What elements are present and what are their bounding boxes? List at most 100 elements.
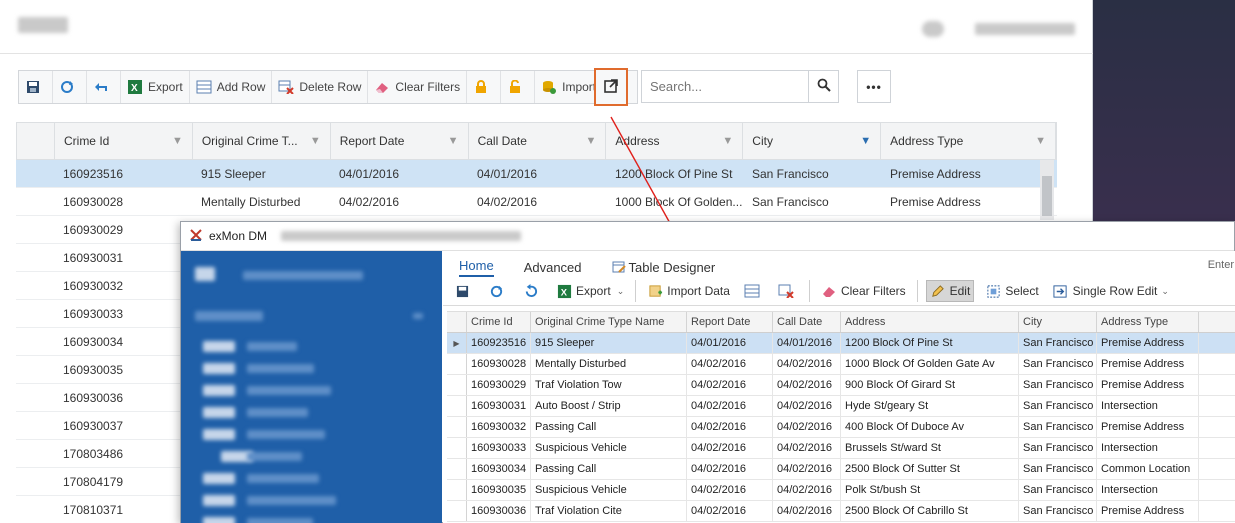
table-cell[interactable]: 160930036 — [467, 501, 531, 521]
table-cell[interactable]: 160930031 — [467, 396, 531, 416]
table-cell[interactable]: 04/02/2016 — [687, 438, 773, 458]
table-cell[interactable]: 160930035 — [54, 363, 192, 377]
table-cell[interactable]: Premise Address — [1097, 501, 1199, 521]
table-cell[interactable]: 170803486 — [54, 447, 192, 461]
tab-advanced[interactable]: Advanced — [524, 260, 582, 277]
table-cell[interactable]: Suspicious Vehicle — [531, 438, 687, 458]
table-row[interactable]: 160923516 915 Sleeper 04/01/2016 04/01/2016… — [16, 160, 1057, 188]
sidebar-tree-label-blurred[interactable] — [247, 496, 336, 505]
table-cell[interactable]: 160930028 — [467, 354, 531, 374]
delete-row-button[interactable]: Delete Row — [272, 71, 369, 103]
table-cell[interactable]: 160930028 — [54, 195, 192, 209]
column-header[interactable]: City ▼ — [743, 123, 882, 159]
table-cell[interactable]: 1000 Block Of Golden Gate Av — [841, 354, 1019, 374]
ribbon-undo-button[interactable] — [519, 280, 545, 302]
table-cell[interactable]: 04/01/2016 — [468, 167, 606, 181]
table-row[interactable]: 160930033 Suspicious Vehicle 04/02/2016 04/… — [447, 438, 1235, 459]
search-button[interactable] — [808, 71, 838, 102]
filter-icon[interactable]: ▼ — [860, 135, 871, 147]
column-header[interactable]: Report Date — [687, 312, 773, 332]
tab-table-designer[interactable]: Table Designer — [612, 260, 715, 277]
column-header[interactable]: Call Date — [773, 312, 841, 332]
lock-button[interactable] — [467, 71, 502, 103]
table-cell[interactable]: 04/02/2016 — [773, 459, 841, 479]
ribbon-single-row-edit-button[interactable]: Single Row Edit ⌄ — [1050, 280, 1172, 302]
table-cell[interactable]: 04/02/2016 — [687, 375, 773, 395]
table-cell[interactable]: San Francisco — [1019, 375, 1097, 395]
favorites-heading-blurred[interactable] — [195, 311, 263, 321]
table-cell[interactable]: 04/02/2016 — [330, 195, 468, 209]
table-cell[interactable]: San Francisco — [1019, 438, 1097, 458]
filter-icon[interactable]: ▼ — [586, 135, 597, 147]
table-cell[interactable]: San Francisco — [1019, 459, 1097, 479]
table-cell[interactable]: 160930034 — [54, 335, 192, 349]
table-cell[interactable]: 1200 Block Of Pine St — [606, 167, 743, 181]
table-cell[interactable]: 160930029 — [467, 375, 531, 395]
row-indicator[interactable] — [447, 501, 467, 521]
ribbon-refresh-button[interactable] — [485, 280, 511, 302]
user-name-blurred[interactable] — [975, 23, 1075, 35]
table-cell[interactable]: 170810371 — [54, 503, 192, 517]
table-cell[interactable]: 04/02/2016 — [687, 480, 773, 500]
sidebar-tree-label-blurred[interactable] — [247, 452, 302, 461]
table-cell[interactable]: Premise Address — [881, 167, 1056, 181]
table-cell[interactable]: 400 Block Of Duboce Av — [841, 417, 1019, 437]
tab-home[interactable]: Home — [459, 258, 494, 277]
table-cell[interactable]: 04/02/2016 — [773, 396, 841, 416]
table-cell[interactable]: Passing Call — [531, 417, 687, 437]
table-cell[interactable]: San Francisco — [1019, 480, 1097, 500]
ribbon-save-button[interactable] — [451, 280, 477, 302]
sidebar-tree-icon-blurred[interactable] — [203, 407, 235, 418]
sidebar-tree-icon-blurred[interactable] — [203, 429, 235, 440]
table-cell[interactable]: 04/02/2016 — [773, 375, 841, 395]
table-cell[interactable]: 04/02/2016 — [687, 354, 773, 374]
table-cell[interactable]: 915 Sleeper — [531, 333, 687, 353]
table-cell[interactable]: Passing Call — [531, 459, 687, 479]
table-cell[interactable]: 160930032 — [54, 279, 192, 293]
sidebar-tree-label-blurred[interactable] — [247, 430, 325, 439]
sidebar-collapse-blurred[interactable] — [413, 313, 423, 319]
table-cell[interactable]: Polk St/bush St — [841, 480, 1019, 500]
sidebar-tree-label-blurred[interactable] — [247, 364, 314, 373]
table-cell[interactable]: 04/02/2016 — [773, 417, 841, 437]
table-cell[interactable]: San Francisco — [1019, 396, 1097, 416]
table-cell[interactable]: Suspicious Vehicle — [531, 480, 687, 500]
column-header[interactable]: Address — [841, 312, 1019, 332]
refresh-button[interactable] — [53, 71, 87, 103]
table-row[interactable]: 160930028 Mentally Disturbed 04/02/2016 04/… — [16, 188, 1057, 216]
table-cell[interactable]: 04/02/2016 — [773, 354, 841, 374]
table-row[interactable]: 160930034 Passing Call 04/02/2016 04/02/201… — [447, 459, 1235, 480]
row-indicator[interactable] — [447, 354, 467, 374]
table-cell[interactable]: Hyde St/geary St — [841, 396, 1019, 416]
table-cell[interactable]: 160930031 — [54, 251, 192, 265]
table-cell[interactable]: 1200 Block Of Pine St — [841, 333, 1019, 353]
table-cell[interactable]: 2500 Block Of Sutter St — [841, 459, 1019, 479]
table-cell[interactable]: 160923516 — [467, 333, 531, 353]
table-cell[interactable]: Common Location — [1097, 459, 1199, 479]
table-cell[interactable]: 2500 Block Of Cabrillo St — [841, 501, 1019, 521]
table-cell[interactable]: Brussels St/ward St — [841, 438, 1019, 458]
filter-icon[interactable]: ▼ — [1035, 135, 1046, 147]
column-header[interactable]: Original Crime T... ▼ — [193, 123, 331, 159]
add-row-button[interactable]: Add Row — [190, 71, 273, 103]
grid-scrollbar-thumb[interactable] — [1042, 176, 1052, 216]
table-cell[interactable]: 160930033 — [54, 307, 192, 321]
column-header[interactable]: Crime Id ▼ — [55, 123, 193, 159]
table-cell[interactable]: 900 Block Of Girard St — [841, 375, 1019, 395]
table-cell[interactable]: Intersection — [1097, 480, 1199, 500]
table-cell[interactable]: Traf Violation Tow — [531, 375, 687, 395]
window-title-bar[interactable]: exMon DM — [181, 222, 1234, 251]
column-header[interactable]: Address Type — [1097, 312, 1199, 332]
table-row[interactable]: ▶ 160923516 915 Sleeper 04/01/2016 04/01/201… — [447, 333, 1235, 354]
table-cell[interactable]: 1000 Block Of Golden... — [606, 195, 743, 209]
table-cell[interactable]: 160930036 — [54, 391, 192, 405]
export-button[interactable]: X Export — [121, 71, 190, 103]
save-button[interactable] — [19, 71, 53, 103]
current-row-arrow-icon[interactable]: ▶ — [447, 333, 467, 353]
ribbon-delete-row-button[interactable] — [775, 280, 801, 302]
table-cell[interactable]: Mentally Disturbed — [192, 195, 330, 209]
sidebar-tree-icon-blurred[interactable] — [203, 363, 235, 374]
table-cell[interactable]: 160930037 — [54, 419, 192, 433]
row-indicator[interactable] — [447, 417, 467, 437]
ribbon-select-button[interactable]: Select — [982, 280, 1041, 302]
